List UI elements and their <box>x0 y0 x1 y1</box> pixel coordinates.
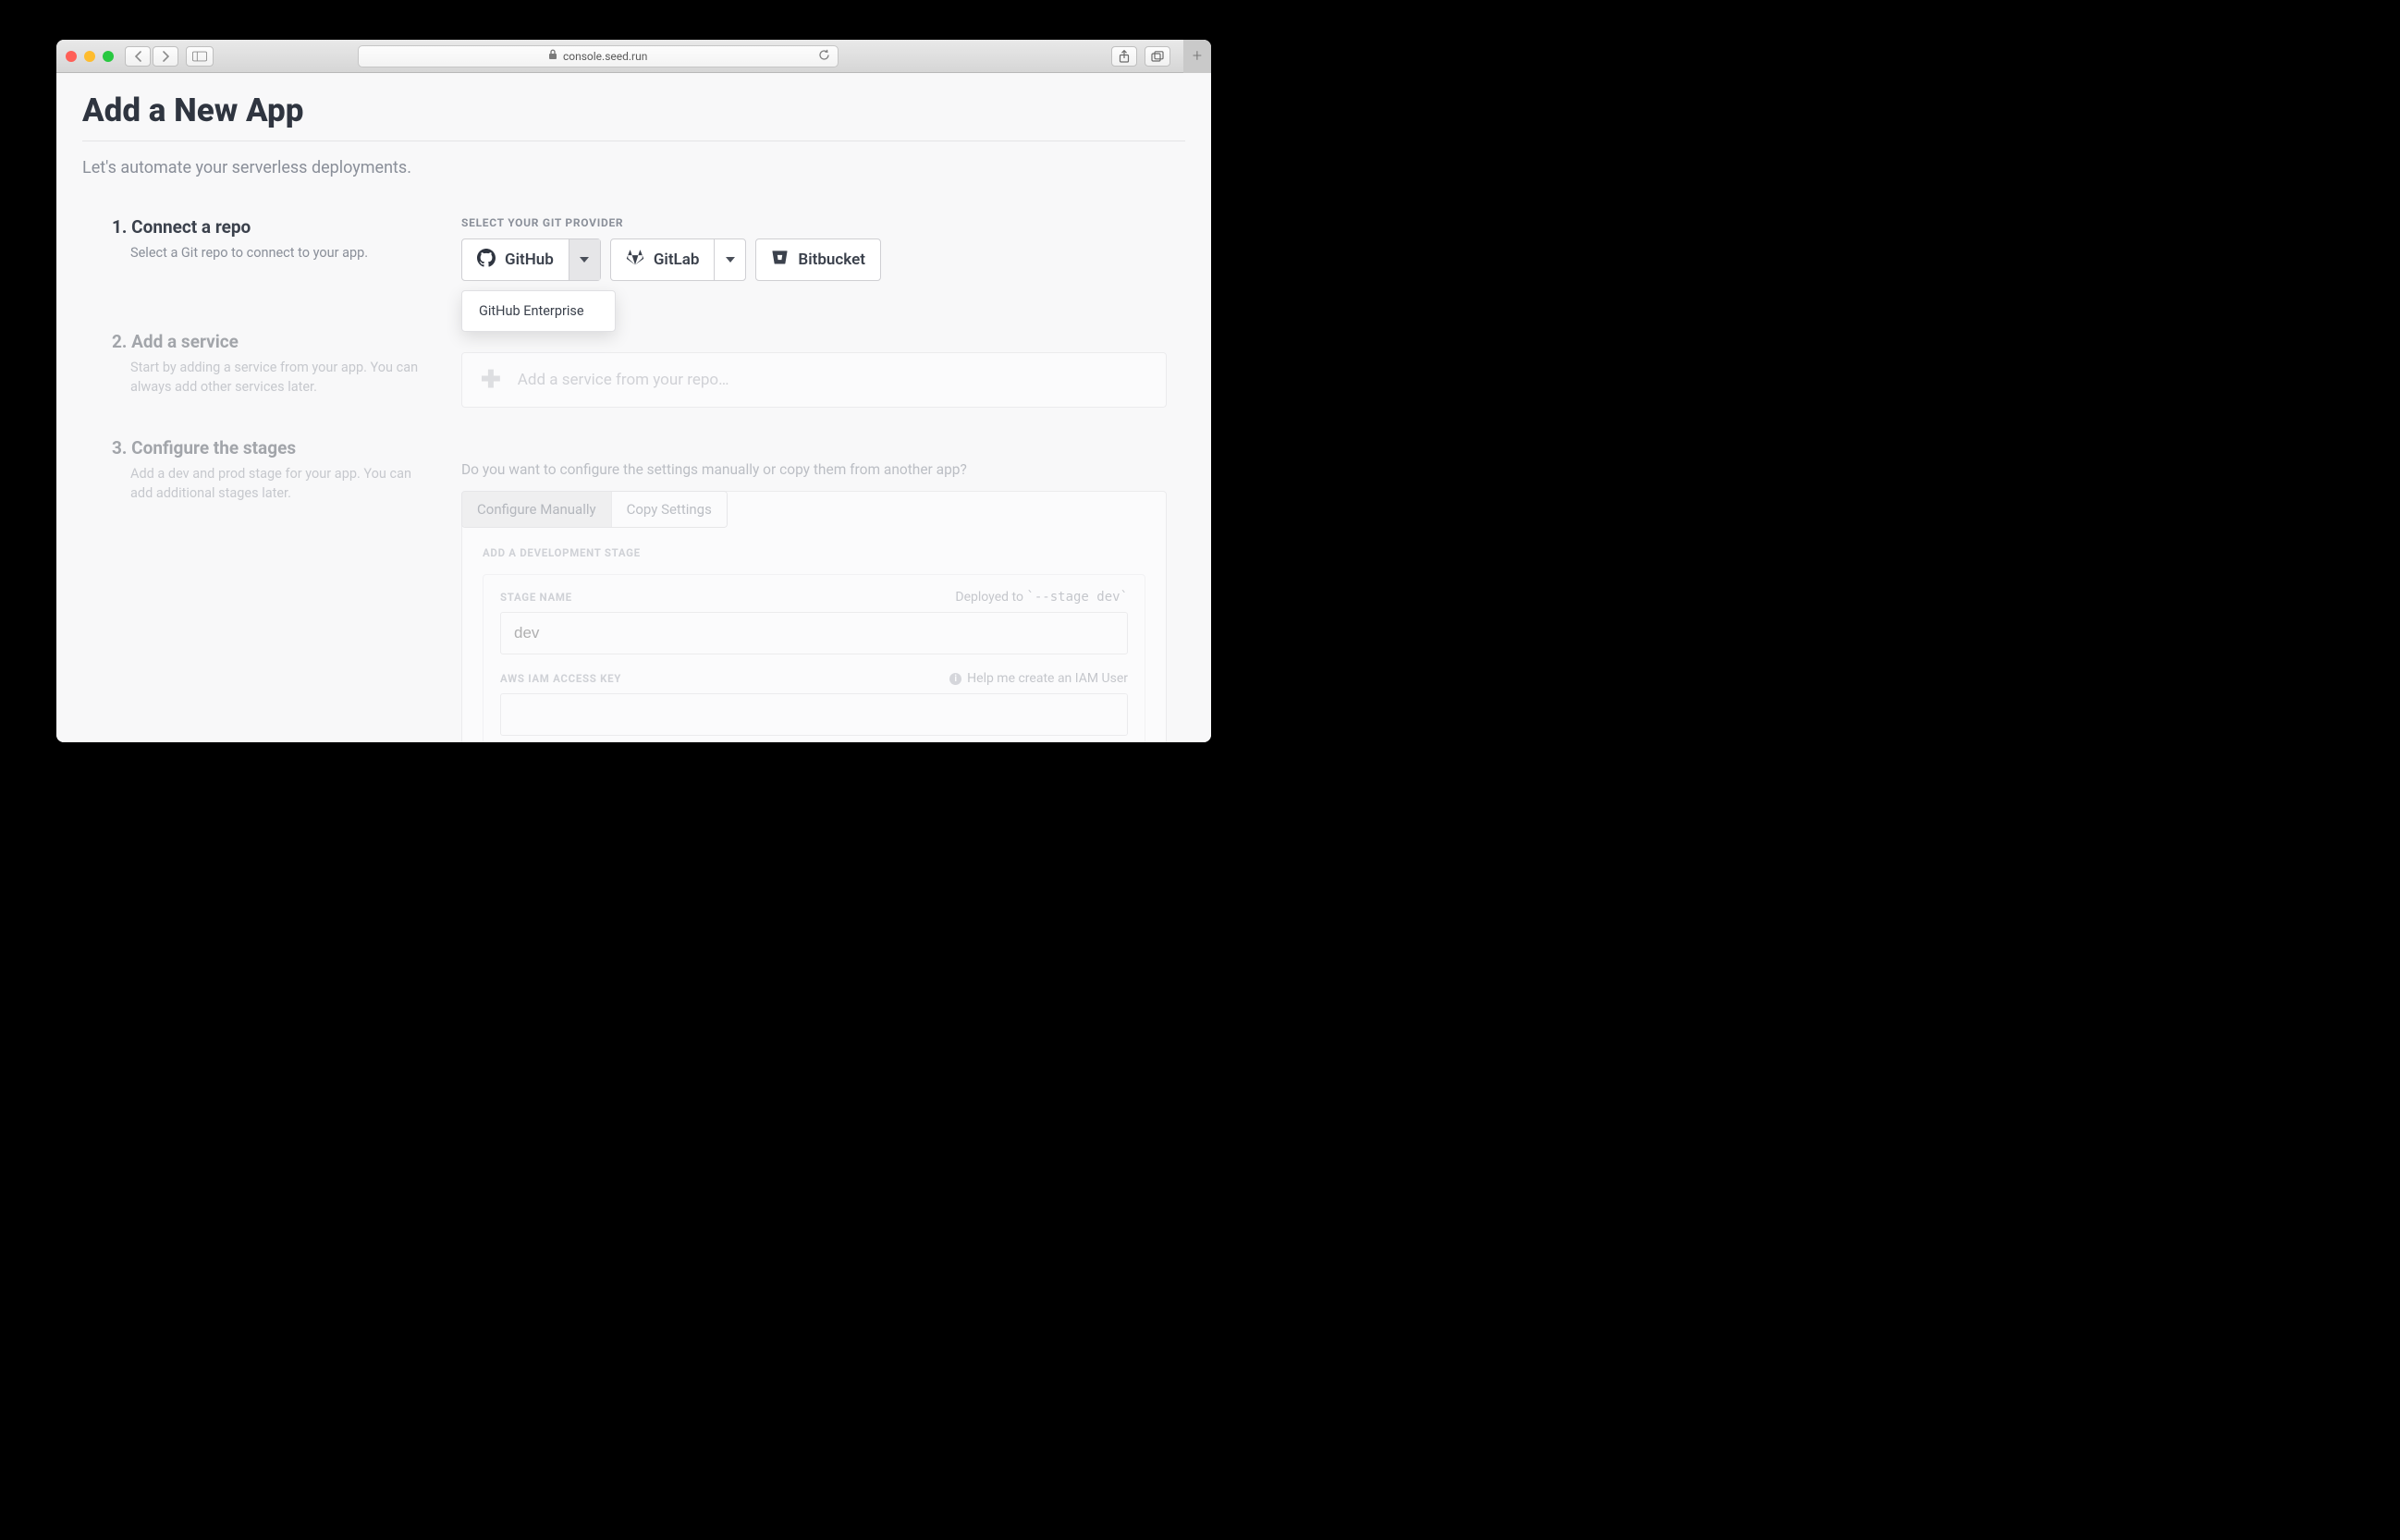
iam-help-text: Help me create an IAM User <box>967 671 1128 686</box>
step-1-heading: 1. Connect a repo <box>112 216 443 238</box>
gitlab-icon <box>626 249 644 272</box>
step-1-desc: Select a Git repo to connect to your app… <box>112 243 426 263</box>
browser-window: console.seed.run + Add a New App Let's a… <box>56 40 1211 742</box>
bitbucket-label: Bitbucket <box>798 251 865 269</box>
add-service-placeholder: Add a service from your repo… <box>518 371 729 389</box>
page-title: Add a New App <box>82 92 1185 129</box>
gitlab-label: GitLab <box>654 251 700 269</box>
titlebar-right-buttons: + <box>1111 40 1202 73</box>
plus-icon: ✚ <box>481 366 501 394</box>
dev-stage-heading: Add a development stage <box>483 546 1145 559</box>
nav-button-group <box>125 46 178 67</box>
gitlab-provider-button[interactable]: GitLab <box>610 238 747 281</box>
git-provider-label: Select your Git provider <box>461 216 1167 229</box>
new-tab-button[interactable]: + <box>1183 40 1211 73</box>
configure-section: Do you want to configure the settings ma… <box>461 461 1167 742</box>
share-button[interactable] <box>1111 46 1137 67</box>
github-dropdown-toggle[interactable] <box>569 239 600 280</box>
page-subtitle: Let's automate your serverless deploymen… <box>82 158 1185 177</box>
configure-tabs: Configure Manually Copy Settings <box>461 491 728 528</box>
caret-down-icon <box>726 257 735 263</box>
step-2-desc: Start by adding a service from your app.… <box>112 358 426 397</box>
forward-button[interactable] <box>153 46 178 67</box>
step-2-title: Add a service <box>131 331 239 352</box>
caret-down-icon <box>580 257 589 263</box>
url-bar[interactable]: console.seed.run <box>358 45 839 67</box>
dev-stage-card: Stage Name Deployed to `--stage dev` AWS… <box>483 574 1145 742</box>
gitlab-dropdown-toggle[interactable] <box>714 239 745 280</box>
stage-name-label: Stage Name <box>500 591 572 604</box>
deployed-to-code: `--stage dev` <box>1026 590 1128 605</box>
deployed-to-prefix: Deployed to <box>955 590 1026 605</box>
reload-button[interactable] <box>818 49 830 64</box>
configure-question: Do you want to configure the settings ma… <box>461 461 1167 478</box>
add-service-section: ✚ Add a service from your repo… <box>461 352 1167 408</box>
stage-name-input[interactable] <box>500 612 1128 654</box>
deployed-to-hint: Deployed to `--stage dev` <box>955 590 1128 605</box>
step-3-title: Configure the stages <box>131 437 296 458</box>
iam-key-label: AWS IAM Access Key <box>500 672 621 685</box>
add-service-button[interactable]: ✚ Add a service from your repo… <box>461 352 1167 408</box>
step-2: 2. Add a service Start by adding a servi… <box>112 331 443 397</box>
step-1-title: Connect a repo <box>131 216 251 238</box>
page-content: Add a New App Let's automate your server… <box>56 73 1211 742</box>
bitbucket-icon <box>771 249 789 271</box>
github-enterprise-option[interactable]: GitHub Enterprise <box>462 294 615 328</box>
step-2-num: 2. <box>112 331 127 352</box>
github-provider-button[interactable]: GitHub <box>461 238 601 281</box>
minimize-window-button[interactable] <box>84 51 95 62</box>
step-3-heading: 3. Configure the stages <box>112 437 443 458</box>
tab-configure-manually[interactable]: Configure Manually <box>462 492 612 527</box>
step-3-desc: Add a dev and prod stage for your app. Y… <box>112 464 426 503</box>
configure-tabbox: Configure Manually Copy Settings Add a d… <box>461 491 1167 742</box>
lock-icon <box>548 49 557 63</box>
step-3: 3. Configure the stages Add a dev and pr… <box>112 437 443 503</box>
configure-tab-body: Add a development stage Stage Name Deplo… <box>462 528 1166 742</box>
tab-copy-settings[interactable]: Copy Settings <box>612 492 727 527</box>
sidebar-toggle-button[interactable] <box>186 46 214 67</box>
step-2-heading: 2. Add a service <box>112 331 443 352</box>
url-text: console.seed.run <box>563 50 647 63</box>
two-column-layout: 1. Connect a repo Select a Git repo to c… <box>82 216 1185 742</box>
step-3-num: 3. <box>112 437 127 458</box>
browser-titlebar: console.seed.run + <box>56 40 1211 73</box>
maximize-window-button[interactable] <box>103 51 114 62</box>
form-column: Select your Git provider GitHub <box>461 216 1185 742</box>
git-provider-row: GitHub GitLab <box>461 238 1167 281</box>
github-label: GitHub <box>505 251 554 269</box>
close-window-button[interactable] <box>66 51 77 62</box>
github-icon <box>477 249 496 272</box>
bitbucket-provider-button[interactable]: Bitbucket <box>755 238 881 281</box>
back-button[interactable] <box>125 46 151 67</box>
tabs-button[interactable] <box>1145 46 1170 67</box>
traffic-lights <box>66 51 114 62</box>
step-1-num: 1. <box>112 216 127 238</box>
step-1: 1. Connect a repo Select a Git repo to c… <box>112 216 443 263</box>
steps-column: 1. Connect a repo Select a Git repo to c… <box>82 216 443 742</box>
iam-access-key-input[interactable] <box>500 693 1128 736</box>
info-icon: i <box>949 673 961 685</box>
iam-help-link[interactable]: i Help me create an IAM User <box>949 671 1128 686</box>
github-dropdown-menu: GitHub Enterprise <box>461 290 616 332</box>
